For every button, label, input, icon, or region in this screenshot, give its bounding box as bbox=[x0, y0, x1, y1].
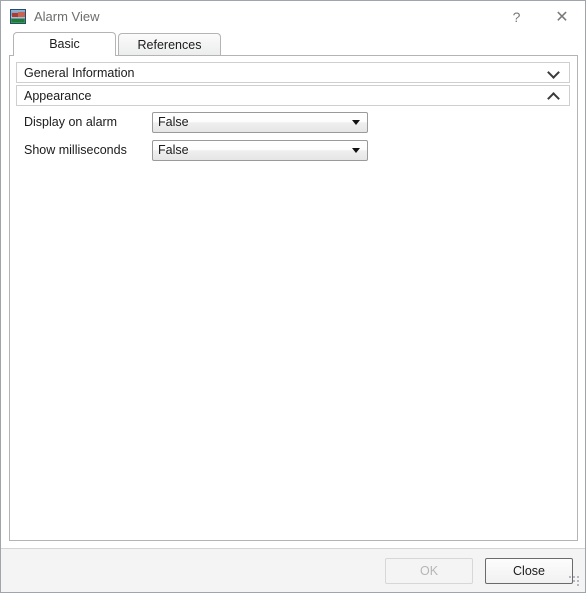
tab-references-label: References bbox=[137, 37, 202, 52]
chevron-down-icon[interactable] bbox=[547, 66, 561, 80]
dropdown-show-milliseconds-value: False bbox=[158, 143, 189, 157]
ok-button-label: OK bbox=[419, 563, 439, 578]
alarm-view-dialog: Alarm View ? ✕ Basic References General … bbox=[0, 0, 586, 593]
label-display-on-alarm: Display on alarm bbox=[24, 115, 118, 129]
field-row-show-milliseconds: Show milliseconds False bbox=[16, 139, 570, 161]
app-icon-shape-right bbox=[18, 12, 25, 17]
group-header-appearance-label: Appearance bbox=[24, 88, 92, 103]
app-icon bbox=[10, 9, 26, 24]
tab-panel-basic: General Information Appearance Display o… bbox=[9, 55, 578, 541]
window-title: Alarm View bbox=[34, 9, 100, 24]
close-icon[interactable]: ✕ bbox=[539, 1, 585, 32]
app-icon-band bbox=[12, 19, 24, 22]
window-controls: ? ✕ bbox=[494, 1, 585, 32]
help-icon[interactable]: ? bbox=[494, 1, 539, 32]
tab-references[interactable]: References bbox=[118, 33, 221, 55]
ok-button[interactable]: OK bbox=[385, 557, 473, 584]
close-button-label: Close bbox=[513, 563, 545, 578]
appearance-form: Display on alarm False Show milliseconds… bbox=[16, 108, 570, 161]
group-header-appearance[interactable]: Appearance bbox=[16, 85, 570, 106]
tab-basic-label: Basic bbox=[49, 37, 80, 51]
group-header-general-information-label: General Information bbox=[24, 65, 135, 80]
chevron-down-icon[interactable] bbox=[352, 120, 360, 125]
chevron-down-icon[interactable] bbox=[352, 148, 360, 153]
dropdown-display-on-alarm[interactable]: False bbox=[152, 111, 368, 133]
title-bar: Alarm View ? ✕ bbox=[1, 1, 585, 32]
close-button[interactable]: Close bbox=[485, 557, 573, 584]
chevron-up-icon[interactable] bbox=[547, 89, 561, 103]
dialog-footer: OK Close bbox=[1, 548, 585, 592]
field-row-display-on-alarm: Display on alarm False bbox=[16, 111, 570, 133]
tab-panel-wrapper: General Information Appearance Display o… bbox=[1, 55, 585, 541]
group-header-general-information[interactable]: General Information bbox=[16, 62, 570, 83]
tab-basic[interactable]: Basic bbox=[13, 32, 116, 56]
label-show-milliseconds: Show milliseconds bbox=[24, 143, 127, 157]
dropdown-display-on-alarm-value: False bbox=[158, 115, 189, 129]
dropdown-show-milliseconds[interactable]: False bbox=[152, 139, 368, 161]
resize-grip-icon[interactable] bbox=[569, 576, 582, 589]
tab-strip: Basic References bbox=[1, 32, 585, 56]
